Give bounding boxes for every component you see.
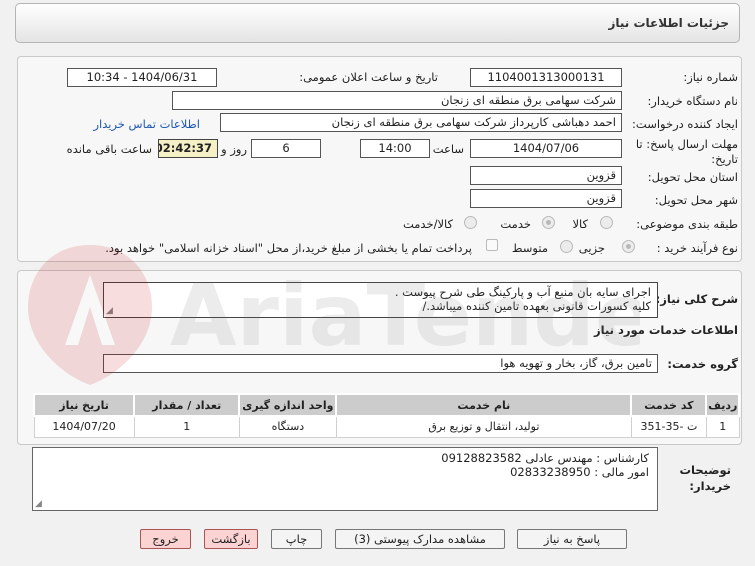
process-radio-medium[interactable] bbox=[560, 240, 573, 253]
title-bar: جزئیات اطلاعات نیاز bbox=[15, 3, 740, 43]
deadline-date-label: تاریخ: bbox=[711, 152, 738, 166]
creator-label: ایجاد کننده درخواست: bbox=[632, 117, 738, 131]
buyer-notes-label-2: خریدار: bbox=[689, 479, 731, 493]
category-radio-goods-service[interactable] bbox=[464, 216, 477, 229]
buyer-org-field: شرکت سهامی برق منطقه ای زنجان bbox=[172, 91, 622, 110]
col-unit: واحد اندازه گیری bbox=[238, 393, 338, 417]
cell-service-name: تولید، انتقال و توزیع برق bbox=[335, 415, 632, 438]
view-attachments-button[interactable]: مشاهده مدارک پیوستی (3) bbox=[335, 529, 505, 549]
cell-need-date: 1404/07/20 bbox=[33, 415, 135, 438]
treasury-payment-checkbox[interactable] bbox=[486, 239, 498, 251]
service-group-field: تامین برق، گاز، بخار و تهویه هوا bbox=[103, 354, 658, 373]
col-service-name: نام خدمت bbox=[335, 393, 633, 417]
buyer-org-label: نام دستگاه خریدار: bbox=[647, 94, 738, 108]
col-row-number: ردیف bbox=[705, 393, 740, 417]
treasury-payment-note: پرداخت تمام یا بخشی از مبلغ خرید،از محل … bbox=[105, 241, 472, 255]
category-option-service: خدمت bbox=[500, 217, 531, 231]
exit-button[interactable]: خروج bbox=[140, 529, 191, 549]
need-number-field: 1104001313000131 bbox=[470, 68, 622, 87]
print-button[interactable]: چاپ bbox=[271, 529, 322, 549]
deadline-time-field: 14:00 bbox=[360, 139, 430, 158]
category-radio-goods[interactable] bbox=[600, 216, 613, 229]
buyer-notes-line-1: کارشناس : مهندس عادلی 09128823582 bbox=[441, 451, 649, 465]
cell-row-number: 1 bbox=[705, 415, 740, 438]
cell-unit: دستگاه bbox=[238, 415, 337, 438]
remaining-time-timer: 02:42:37 bbox=[158, 139, 218, 158]
process-option-minor: جزیی bbox=[578, 241, 605, 255]
description-line-1: اجرای سایه بان منبع آب و پارکینگ طی شرح … bbox=[394, 285, 651, 299]
buyer-notes-line-2: امور مالی : 02833238950 bbox=[510, 465, 649, 479]
service-group-label: گروه خدمت: bbox=[667, 357, 738, 371]
announce-datetime-label: تاریخ و ساعت اعلان عمومی: bbox=[299, 70, 438, 84]
back-button[interactable]: بازگشت bbox=[204, 529, 258, 549]
city-label: شهر محل تحویل: bbox=[654, 193, 738, 207]
col-need-date: تاریخ نیاز bbox=[32, 393, 136, 417]
table-row: 1 ت -35-351 تولید، انتقال و توزیع برق دس… bbox=[33, 415, 740, 438]
deadline-date-field: 1404/07/06 bbox=[470, 139, 622, 158]
province-field: قزوین bbox=[470, 166, 622, 185]
cell-service-code: ت -35-351 bbox=[630, 415, 707, 438]
creator-field: احمد دهباشی کارپرداز شرکت سهامی برق منطق… bbox=[220, 113, 622, 132]
buyer-contact-link[interactable]: اطلاعات تماس خریدار bbox=[93, 117, 200, 131]
process-radio-minor[interactable] bbox=[622, 240, 635, 253]
deadline-label: مهلت ارسال پاسخ: تا bbox=[635, 137, 738, 151]
col-service-code: کد خدمت bbox=[630, 393, 708, 417]
page-title: جزئیات اطلاعات نیاز bbox=[608, 16, 729, 30]
resize-grip-icon[interactable]: ◢ bbox=[35, 499, 42, 509]
services-table-wrap: ردیف کد خدمت نام خدمت واحد اندازه گیری ت… bbox=[32, 393, 740, 438]
resize-grip-icon[interactable]: ◢ bbox=[106, 306, 113, 316]
cell-quantity: 1 bbox=[133, 415, 240, 438]
col-quantity: تعداد / مقدار bbox=[133, 393, 241, 417]
need-number-label: شماره نیاز: bbox=[683, 70, 738, 84]
description-textarea[interactable]: اجرای سایه بان منبع آب و پارکینگ طی شرح … bbox=[103, 282, 658, 318]
days-label: روز و bbox=[221, 142, 247, 156]
province-label: استان محل تحویل: bbox=[647, 170, 738, 184]
buyer-notes-label-1: توضیحات bbox=[679, 463, 732, 477]
category-label: طبقه بندی موضوعی: bbox=[636, 217, 738, 231]
process-option-medium: متوسط bbox=[511, 241, 548, 255]
category-option-goods-service: کالا/خدمت bbox=[402, 217, 453, 231]
remaining-days-field: 6 bbox=[251, 139, 321, 158]
services-table: ردیف کد خدمت نام خدمت واحد اندازه گیری ت… bbox=[32, 393, 740, 438]
buyer-notes-textarea[interactable]: کارشناس : مهندس عادلی 09128823582 امور م… bbox=[32, 447, 658, 511]
deadline-time-label: ساعت bbox=[432, 142, 464, 156]
category-radio-service[interactable] bbox=[542, 216, 555, 229]
reply-button[interactable]: پاسخ به نیاز bbox=[517, 529, 627, 549]
description-label: شرح کلی نیاز: bbox=[655, 292, 738, 306]
process-type-label: نوع فرآیند خرید : bbox=[656, 241, 738, 255]
city-field: قزوین bbox=[470, 189, 622, 208]
services-section-title: اطلاعات خدمات مورد نیاز bbox=[594, 323, 738, 337]
announce-datetime-field: 1404/06/31 - 10:34 bbox=[67, 68, 217, 87]
remaining-time-label: ساعت باقی مانده bbox=[66, 142, 152, 156]
services-table-header: ردیف کد خدمت نام خدمت واحد اندازه گیری ت… bbox=[32, 393, 740, 417]
description-line-2: کلیه کسورات قانونی بعهده تامین کننده میب… bbox=[422, 299, 651, 313]
category-option-goods: کالا bbox=[572, 217, 588, 231]
